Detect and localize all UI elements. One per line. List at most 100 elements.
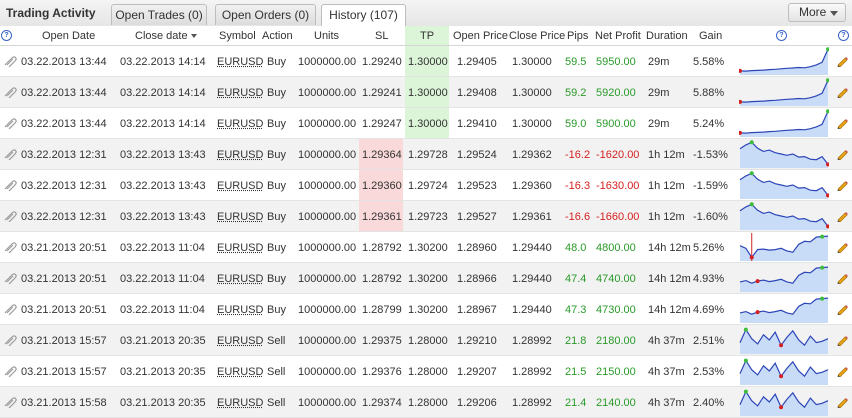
- symbol-cell[interactable]: EURUSD: [217, 180, 263, 192]
- tp-cell: 1.28000: [408, 366, 448, 378]
- pencil-icon[interactable]: [836, 86, 848, 98]
- pencil-icon[interactable]: [836, 55, 848, 67]
- symbol-cell[interactable]: EURUSD: [217, 397, 263, 409]
- pencil-icon[interactable]: [836, 303, 848, 315]
- duration-cell: 1h 12m: [648, 149, 685, 161]
- table-row[interactable]: 03.22.2013 13:44 03.22.2013 14:14 EURUSD Bu…: [0, 46, 852, 77]
- col-tp[interactable]: TP: [420, 30, 434, 42]
- gain-cell: 4.93%: [693, 273, 724, 285]
- duration-cell: 29m: [648, 87, 669, 99]
- sl-cell: 1.29240: [362, 56, 402, 68]
- tp-cell: 1.30200: [408, 273, 448, 285]
- paperclip-icon[interactable]: [3, 272, 17, 284]
- tab-open-orders[interactable]: Open Orders (0): [215, 4, 316, 25]
- gain-sparkline: [739, 232, 829, 262]
- units-cell: 1000000.00: [298, 149, 356, 161]
- close-date-cell: 03.22.2013 13:43: [120, 211, 206, 223]
- action-cell: Buy: [267, 211, 286, 223]
- table-row[interactable]: 03.21.2013 15:58 03.21.2013 20:35 EURUSD Se…: [0, 387, 852, 418]
- paperclip-icon[interactable]: [3, 334, 17, 346]
- symbol-cell[interactable]: EURUSD: [217, 242, 263, 254]
- pencil-icon[interactable]: [836, 210, 848, 222]
- paperclip-icon[interactable]: [3, 86, 17, 98]
- open-date-cell: 03.22.2013 12:31: [21, 149, 107, 161]
- table-row[interactable]: 03.21.2013 20:51 03.22.2013 11:04 EURUSD Bu…: [0, 232, 852, 263]
- table-row[interactable]: 03.21.2013 20:51 03.22.2013 11:04 EURUSD Bu…: [0, 263, 852, 294]
- question-circle-icon[interactable]: ?: [1, 30, 12, 41]
- table-row[interactable]: 03.21.2013 15:57 03.21.2013 20:35 EURUSD Se…: [0, 356, 852, 387]
- symbol-cell[interactable]: EURUSD: [217, 366, 263, 378]
- col-open-price[interactable]: Open Price: [453, 30, 508, 42]
- close-date-cell: 03.21.2013 20:35: [120, 366, 206, 378]
- col-sl[interactable]: SL: [375, 30, 388, 42]
- col-pips[interactable]: Pips: [567, 30, 588, 42]
- pencil-icon[interactable]: [836, 179, 848, 191]
- paperclip-icon[interactable]: [3, 148, 17, 160]
- question-circle-icon[interactable]: ?: [776, 30, 787, 41]
- pencil-icon[interactable]: [836, 365, 848, 377]
- col-action[interactable]: Action: [262, 30, 293, 42]
- pencil-icon[interactable]: [836, 117, 848, 129]
- question-circle-icon[interactable]: ?: [838, 30, 849, 41]
- gain-sparkline: [739, 325, 829, 355]
- tab-open-trades[interactable]: Open Trades (0): [111, 4, 207, 25]
- sl-cell: 1.29375: [362, 335, 402, 347]
- open-date-cell: 03.22.2013 12:31: [21, 180, 107, 192]
- col-units[interactable]: Units: [314, 30, 339, 42]
- table-row[interactable]: 03.21.2013 20:51 03.22.2013 11:04 EURUSD Bu…: [0, 294, 852, 325]
- table-row[interactable]: 03.22.2013 12:31 03.22.2013 13:43 EURUSD Bu…: [0, 139, 852, 170]
- table-row[interactable]: 03.22.2013 12:31 03.22.2013 13:43 EURUSD Bu…: [0, 201, 852, 232]
- action-cell: Buy: [267, 180, 286, 192]
- pips-cell: 47.3: [565, 304, 586, 316]
- pips-cell: 21.4: [565, 397, 586, 409]
- paperclip-icon[interactable]: [3, 117, 17, 129]
- sparkline-min-marker: [779, 343, 783, 347]
- pencil-icon[interactable]: [836, 272, 848, 284]
- pencil-icon[interactable]: [836, 241, 848, 253]
- pips-cell: 59.2: [565, 87, 586, 99]
- pencil-icon[interactable]: [836, 148, 848, 160]
- col-close-date-label: Close date: [135, 30, 188, 42]
- col-symbol[interactable]: Symbol: [219, 30, 256, 42]
- paperclip-icon[interactable]: [3, 210, 17, 222]
- open-date-cell: 03.21.2013 15:57: [21, 366, 107, 378]
- pencil-icon[interactable]: [836, 396, 848, 408]
- units-cell: 1000000.00: [298, 397, 356, 409]
- col-gain[interactable]: Gain: [699, 30, 722, 42]
- pips-cell: 48.0: [565, 242, 586, 254]
- sl-cell: 1.28792: [362, 242, 402, 254]
- col-close-price[interactable]: Close Price: [509, 30, 565, 42]
- tab-history[interactable]: History (107): [321, 4, 406, 27]
- paperclip-icon[interactable]: [3, 396, 17, 408]
- table-row[interactable]: 03.22.2013 13:44 03.22.2013 14:14 EURUSD Bu…: [0, 77, 852, 108]
- col-open-date[interactable]: Open Date: [42, 30, 95, 42]
- table-row[interactable]: 03.21.2013 15:57 03.21.2013 20:35 EURUSD Se…: [0, 325, 852, 356]
- paperclip-icon[interactable]: [3, 241, 17, 253]
- paperclip-icon[interactable]: [3, 365, 17, 377]
- sparkline-max-marker: [744, 359, 748, 363]
- pips-cell: -16.6: [565, 211, 590, 223]
- symbol-cell[interactable]: EURUSD: [217, 118, 263, 130]
- col-net-profit[interactable]: Net Profit: [595, 30, 641, 42]
- symbol-cell[interactable]: EURUSD: [217, 211, 263, 223]
- symbol-cell[interactable]: EURUSD: [217, 304, 263, 316]
- table-row[interactable]: 03.22.2013 13:44 03.22.2013 14:14 EURUSD Bu…: [0, 108, 852, 139]
- close-date-cell: 03.22.2013 14:14: [120, 87, 206, 99]
- symbol-cell[interactable]: EURUSD: [217, 149, 263, 161]
- gain-sparkline: [739, 294, 829, 324]
- open-price-cell: 1.29405: [457, 56, 497, 68]
- sparkline-max-marker: [826, 78, 829, 82]
- pencil-icon[interactable]: [836, 334, 848, 346]
- col-close-date[interactable]: Close date: [135, 30, 197, 42]
- col-duration[interactable]: Duration: [646, 30, 688, 42]
- table-row[interactable]: 03.22.2013 12:31 03.22.2013 13:43 EURUSD Bu…: [0, 170, 852, 201]
- paperclip-icon[interactable]: [3, 179, 17, 191]
- paperclip-icon[interactable]: [3, 303, 17, 315]
- open-date-cell: 03.21.2013 20:51: [21, 242, 107, 254]
- symbol-cell[interactable]: EURUSD: [217, 87, 263, 99]
- paperclip-icon[interactable]: [3, 55, 17, 67]
- more-button[interactable]: More: [788, 3, 846, 22]
- symbol-cell[interactable]: EURUSD: [217, 56, 263, 68]
- symbol-cell[interactable]: EURUSD: [217, 273, 263, 285]
- symbol-cell[interactable]: EURUSD: [217, 335, 263, 347]
